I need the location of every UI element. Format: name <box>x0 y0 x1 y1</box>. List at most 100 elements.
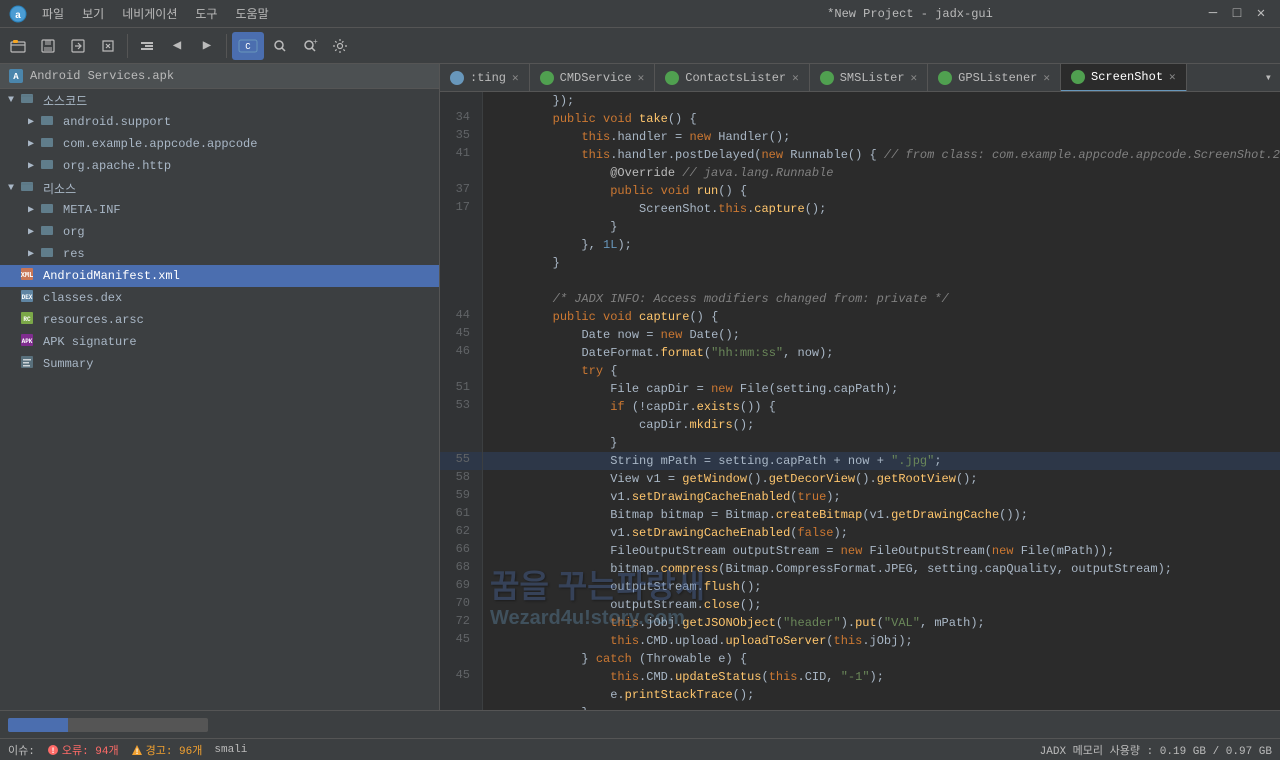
line-text: Bitmap bitmap = Bitmap.createBitmap(v1.g… <box>483 506 1280 524</box>
toolbar-indent[interactable] <box>133 32 161 60</box>
toolbar-search[interactable] <box>266 32 294 60</box>
minimize-button[interactable]: ─ <box>1202 3 1224 25</box>
tab-close[interactable]: ✕ <box>1043 71 1050 85</box>
line-text: capDir.mkdirs(); <box>483 416 1280 434</box>
tree-item-android[interactable]: ▶ android.support <box>0 111 439 133</box>
status-bar: 이슈: ! 오류: 94개 ! 경고: 96개 smali JADX 메모리 사… <box>0 738 1280 760</box>
code-line: 46 DateFormat.format("hh:mm:ss", now); <box>440 344 1280 362</box>
svg-text:RC: RC <box>23 316 31 323</box>
line-text: } <box>483 434 1280 452</box>
tab-label: ScreenShot <box>1091 70 1163 84</box>
code-line: /* JADX INFO: Access modifiers changed f… <box>440 290 1280 308</box>
tree-item-resources-arsc[interactable]: RC resources.arsc <box>0 309 439 331</box>
menu-view[interactable]: 보기 <box>74 3 112 24</box>
progress-bar-fill <box>8 718 68 732</box>
line-text: v1.setDrawingCacheEnabled(false); <box>483 524 1280 542</box>
code-line: 51 File capDir = new File(setting.capPat… <box>440 380 1280 398</box>
line-number: 41 <box>440 146 483 164</box>
tree-item-resources[interactable]: ▼ 리소스 <box>0 177 439 199</box>
line-text: outputStream.close(); <box>483 596 1280 614</box>
code-line: 45 this.CMD.updateStatus(this.CID, "-1")… <box>440 668 1280 686</box>
code-line: }); <box>440 92 1280 110</box>
toolbar-export[interactable] <box>64 32 92 60</box>
tab-close[interactable]: ✕ <box>638 71 645 85</box>
code-line: @Override // java.lang.Runnable <box>440 164 1280 182</box>
line-text: if (!capDir.exists()) { <box>483 398 1280 416</box>
menu-nav[interactable]: 네비게이션 <box>114 3 185 24</box>
example-label: com.example.appcode.appcode <box>63 137 257 151</box>
apksig-label: APK signature <box>43 335 137 349</box>
tabs-overflow[interactable]: ▾ <box>1257 70 1280 85</box>
tab-close[interactable]: ✕ <box>512 71 519 85</box>
folder-icon <box>18 91 36 109</box>
toolbar-class[interactable]: C <box>232 32 264 60</box>
tree-item-manifest[interactable]: XML AndroidManifest.xml <box>0 265 439 287</box>
menu-help[interactable]: 도움말 <box>227 3 276 24</box>
file-tree-panel: A Android Services.apk ▼ 소스코드 ▶ android.… <box>0 64 440 710</box>
tree-item-summary[interactable]: Summary <box>0 353 439 375</box>
tab-close[interactable]: ✕ <box>792 71 799 85</box>
toolbar-export2[interactable] <box>94 32 122 60</box>
code-line: 35 this.handler = new Handler(); <box>440 128 1280 146</box>
svg-text:XML: XML <box>21 272 34 280</box>
svg-text:a: a <box>15 11 21 22</box>
tab-label: SMSLister <box>840 71 905 85</box>
tab-smslister[interactable]: SMSLister ✕ <box>810 64 928 92</box>
toolbar-search2[interactable]: + <box>296 32 324 60</box>
toolbar-save[interactable] <box>34 32 62 60</box>
line-number <box>440 218 483 236</box>
line-text: v1.setDrawingCacheEnabled(true); <box>483 488 1280 506</box>
tree-item-org[interactable]: ▶ org <box>0 221 439 243</box>
toolbar-open[interactable] <box>4 32 32 60</box>
code-line: 17 ScreenShot.this.capture(); <box>440 200 1280 218</box>
line-number <box>440 362 483 380</box>
arsc-file-icon: RC <box>18 311 36 329</box>
menu-file[interactable]: 파일 <box>34 3 72 24</box>
window-controls: ─ □ ✕ <box>1202 3 1272 25</box>
code-line: 45 this.CMD.upload.uploadToServer(this.j… <box>440 632 1280 650</box>
line-number: 61 <box>440 506 483 524</box>
tree-item-example[interactable]: ▶ com.example.appcode.appcode <box>0 133 439 155</box>
toolbar-forward[interactable]: ▶ <box>193 32 221 60</box>
tab-gpslistener[interactable]: GPSListener ✕ <box>928 64 1061 92</box>
code-content-area[interactable]: 꿈을 꾸는파랑새 Wezard4u!story.com }); 34 publi… <box>440 92 1280 710</box>
code-line-highlight: 55 String mPath = setting.capPath + now … <box>440 452 1280 470</box>
line-number: 44 <box>440 308 483 326</box>
line-text: }); <box>483 92 1280 110</box>
code-line: 66 FileOutputStream outputStream = new F… <box>440 542 1280 560</box>
toolbar-settings[interactable] <box>326 32 354 60</box>
code-line: 41 this.handler.postDelayed(new Runnable… <box>440 146 1280 164</box>
menu-tools[interactable]: 도구 <box>187 3 225 24</box>
close-button[interactable]: ✕ <box>1250 3 1272 25</box>
tree-item-apksig[interactable]: APK APK signature <box>0 331 439 353</box>
main-layout: A Android Services.apk ▼ 소스코드 ▶ android.… <box>0 64 1280 710</box>
summary-label: Summary <box>43 357 93 371</box>
line-number <box>440 434 483 452</box>
toolbar-back[interactable]: ◀ <box>163 32 191 60</box>
line-number <box>440 686 483 704</box>
tab-ting[interactable]: :ting ✕ <box>440 64 530 92</box>
warning-count: ! 경고: 96개 <box>131 742 203 758</box>
toolbar-sep1 <box>127 34 128 58</box>
manifest-label: AndroidManifest.xml <box>43 269 180 283</box>
line-number: 35 <box>440 128 483 146</box>
project-name: Android Services.apk <box>30 69 174 83</box>
tab-contactslister[interactable]: ContactsLister ✕ <box>655 64 809 92</box>
tree-item-meta[interactable]: ▶ META-INF <box>0 199 439 221</box>
tree-item-classes[interactable]: DEX classes.dex <box>0 287 439 309</box>
tab-label: GPSListener <box>958 71 1037 85</box>
line-text: } <box>483 704 1280 710</box>
tab-close[interactable]: ✕ <box>911 71 918 85</box>
code-line: 68 bitmap.compress(Bitmap.CompressFormat… <box>440 560 1280 578</box>
editor-tabs: :ting ✕ CMDService ✕ ContactsLister ✕ SM… <box>440 64 1280 92</box>
tree-item-apache[interactable]: ▶ org.apache.http <box>0 155 439 177</box>
tab-close[interactable]: ✕ <box>1169 70 1176 84</box>
tree-item-res[interactable]: ▶ res <box>0 243 439 265</box>
file-tree: ▼ 소스코드 ▶ android.support ▶ com.example.a… <box>0 89 439 375</box>
tab-cmdservice[interactable]: CMDService ✕ <box>530 64 656 92</box>
tab-screenshot[interactable]: ScreenShot ✕ <box>1061 64 1187 92</box>
tree-item-sources[interactable]: ▼ 소스코드 <box>0 89 439 111</box>
maximize-button[interactable]: □ <box>1226 3 1248 25</box>
code-line: 59 v1.setDrawingCacheEnabled(true); <box>440 488 1280 506</box>
tab-label: ContactsLister <box>685 71 786 85</box>
